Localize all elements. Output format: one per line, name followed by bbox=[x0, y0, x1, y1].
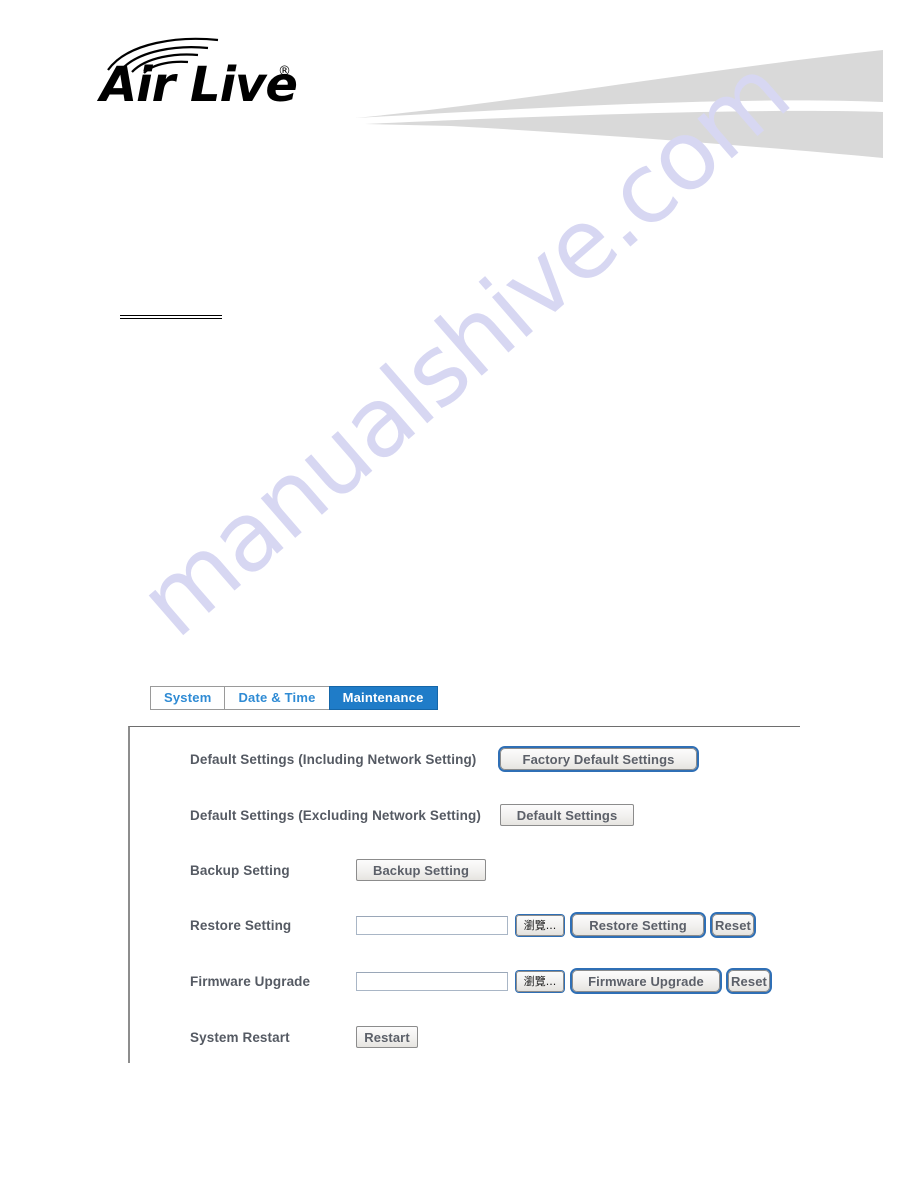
page-header: Air Live ® bbox=[55, 8, 883, 176]
airlive-logo: Air Live ® bbox=[100, 36, 315, 116]
header-swoosh-graphic bbox=[355, 50, 883, 158]
row-backup-setting: Backup Setting Backup Setting bbox=[130, 850, 802, 890]
row-label-firmware-upgrade: Firmware Upgrade bbox=[190, 973, 311, 989]
maintenance-panel: Default Settings (Including Network Sett… bbox=[128, 726, 800, 1063]
restart-button[interactable]: Restart bbox=[356, 1026, 418, 1048]
row-label-system-restart: System Restart bbox=[190, 1029, 290, 1045]
restore-setting-button[interactable]: Restore Setting bbox=[572, 914, 704, 936]
firmware-reset-button[interactable]: Reset bbox=[728, 970, 770, 992]
section-heading-rule bbox=[120, 315, 222, 320]
row-label-default-settings: Default Settings (Excluding Network Sett… bbox=[190, 807, 481, 823]
row-restore-setting: Restore Setting 瀏覽... Restore Setting Re… bbox=[130, 905, 802, 945]
row-controls-restore-setting: 瀏覽... Restore Setting Reset bbox=[356, 914, 754, 936]
settings-tabbar: System Date & Time Maintenance bbox=[150, 686, 438, 710]
row-label-backup-setting: Backup Setting bbox=[190, 862, 290, 878]
row-controls-factory-default: Factory Default Settings bbox=[500, 748, 697, 770]
tab-maintenance[interactable]: Maintenance bbox=[328, 686, 438, 710]
firmware-upgrade-file-input[interactable] bbox=[356, 971, 508, 991]
tab-system[interactable]: System bbox=[150, 686, 226, 710]
row-label-factory-default: Default Settings (Including Network Sett… bbox=[190, 751, 477, 767]
backup-setting-button[interactable]: Backup Setting bbox=[356, 859, 486, 881]
row-controls-default-settings: Default Settings bbox=[500, 804, 634, 826]
logo-wordmark: Air Live bbox=[100, 57, 298, 113]
row-factory-default: Default Settings (Including Network Sett… bbox=[130, 739, 802, 779]
row-default-settings: Default Settings (Excluding Network Sett… bbox=[130, 795, 802, 835]
factory-default-settings-button[interactable]: Factory Default Settings bbox=[500, 748, 697, 770]
row-label-restore-setting: Restore Setting bbox=[190, 917, 292, 933]
firmware-upgrade-button[interactable]: Firmware Upgrade bbox=[572, 970, 720, 992]
row-system-restart: System Restart Restart bbox=[130, 1017, 802, 1057]
restore-setting-file-input[interactable] bbox=[356, 915, 508, 935]
row-firmware-upgrade: Firmware Upgrade 瀏覽... Firmware Upgrade … bbox=[130, 961, 802, 1001]
tab-date-and-time[interactable]: Date & Time bbox=[224, 686, 330, 710]
registered-trademark-symbol: ® bbox=[278, 64, 291, 79]
row-controls-system-restart: Restart bbox=[356, 1026, 418, 1048]
document-page: Air Live ® System Date & Time Maintenanc… bbox=[0, 0, 918, 1188]
rule-line-top bbox=[120, 315, 222, 316]
row-controls-backup-setting: Backup Setting bbox=[356, 859, 486, 881]
firmware-browse-button[interactable]: 瀏覽... bbox=[516, 970, 564, 992]
restore-browse-button[interactable]: 瀏覽... bbox=[516, 914, 564, 936]
restore-reset-button[interactable]: Reset bbox=[712, 914, 754, 936]
rule-line-bottom bbox=[120, 318, 222, 319]
default-settings-button[interactable]: Default Settings bbox=[500, 804, 634, 826]
row-controls-firmware-upgrade: 瀏覽... Firmware Upgrade Reset bbox=[356, 970, 770, 992]
